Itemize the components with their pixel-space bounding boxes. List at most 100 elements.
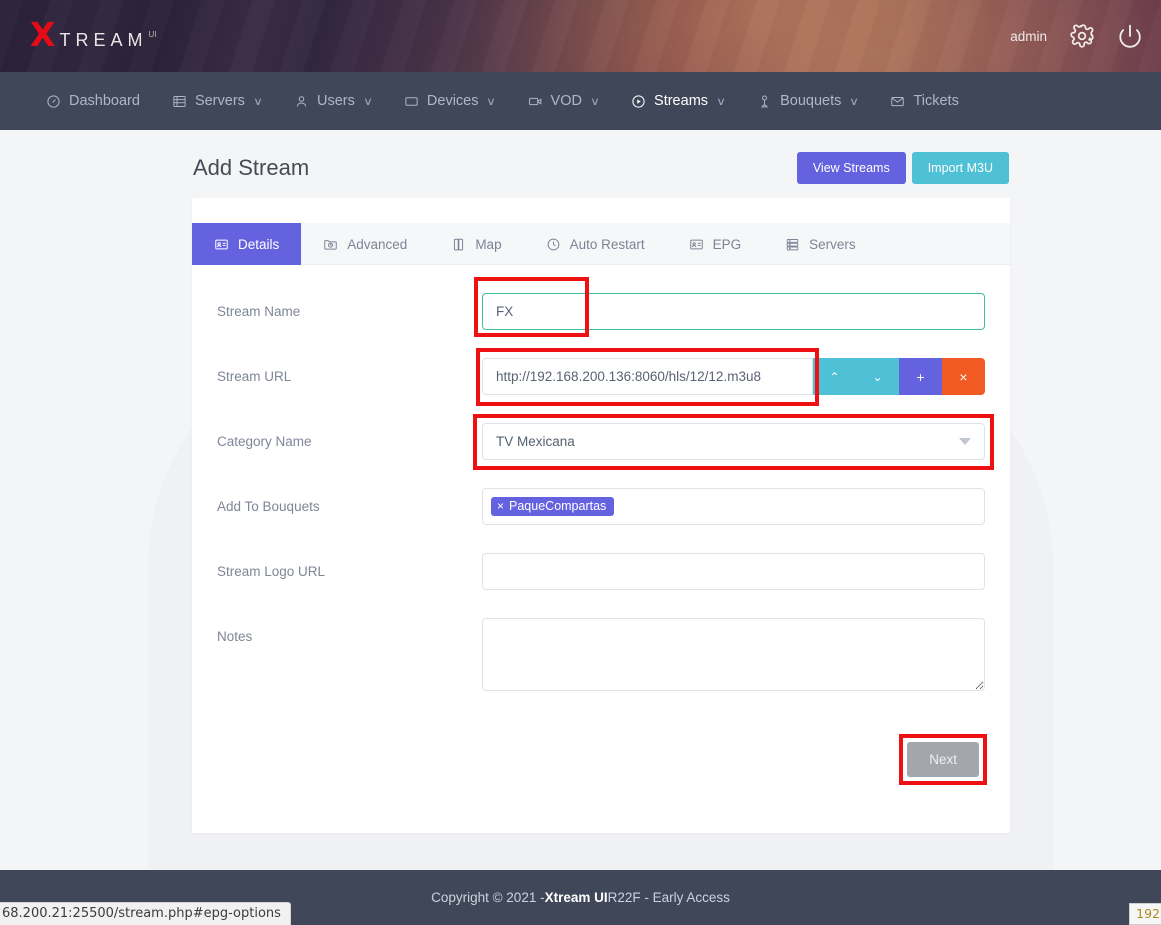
tab-label: EPG [713,237,742,252]
next-button[interactable]: Next [907,742,979,777]
nav-item-label: Bouquets [780,93,841,109]
chevron-down-icon: ∨ [716,95,726,108]
view-streams-button[interactable]: View Streams [797,152,906,184]
page-title-row: Add Stream View Streams Import M3U [0,130,1161,198]
tab-label: Details [238,237,279,252]
nav-item-users[interactable]: Users∨ [278,72,388,130]
brand-logo[interactable]: X TREAM UI [30,20,156,51]
logo-wordmark: TREAM [59,30,147,51]
bouquet-tag[interactable]: × PaqueCompartas [491,497,614,516]
nav-item-label: Dashboard [69,93,140,109]
nav-item-dashboard[interactable]: Dashboard [30,72,156,130]
stream-url-input[interactable] [482,358,813,395]
chevron-down-icon: ∨ [253,95,263,108]
field-row-add-to-bouquets: Add To Bouquets × PaqueCompartas [217,488,985,525]
category-name-control: TV Mexicana [482,423,985,460]
stream-name-label: Stream Name [217,293,482,319]
tag-remove-icon[interactable]: × [497,500,504,512]
move-down-button[interactable]: ⌄ [856,358,899,395]
nav-item-label: Devices [427,93,479,109]
dashboard-icon [46,94,61,109]
power-icon[interactable] [1117,23,1143,49]
import-m3u-button[interactable]: Import M3U [912,152,1009,184]
category-name-label: Category Name [217,423,482,449]
nav-item-streams[interactable]: Streams ∨ [615,72,741,130]
nav-item-label: Tickets [913,93,958,109]
logo-superscript: UI [148,30,156,39]
notes-textarea[interactable] [482,618,985,691]
nav-item-bouquets[interactable]: Bouquets∨ [741,72,874,130]
nav-item-vod[interactable]: VOD ∨ [512,72,615,130]
mail-icon [890,94,905,109]
stream-logo-url-input[interactable] [482,553,985,590]
field-row-stream-logo-url: Stream Logo URL [217,553,985,590]
stream-name-input[interactable] [482,293,985,330]
tab-details[interactable]: Details [192,223,301,265]
stream-url-label: Stream URL [217,358,482,384]
clock-icon [546,237,561,252]
tab-advanced[interactable]: Advanced [301,223,429,265]
add-to-bouquets-control: × PaqueCompartas [482,488,985,525]
field-row-category-name: Category Name TV Mexicana [217,423,985,460]
card-top-padding [192,198,1010,223]
stream-url-group: ⌃ ⌄ + × [482,358,985,395]
browser-status-bar: 68.200.21:25500/stream.php#epg-options [0,902,291,925]
add-to-bouquets-tagbox[interactable]: × PaqueCompartas [482,488,985,525]
stream-name-control [482,293,985,330]
chevron-down-icon: ⌄ [872,371,882,383]
servers-icon [172,94,187,109]
tab-servers[interactable]: Servers [763,223,878,265]
nav-item-label: Streams [654,93,708,109]
servers-stack-icon [785,237,800,252]
nav-item-tickets[interactable]: Tickets [874,72,974,130]
chevron-down-icon [959,438,971,445]
tab-auto-restart[interactable]: Auto Restart [524,223,667,265]
details-card-icon [214,237,229,252]
form-tabs: Details Advanced Map Auto Restart EPG Servers [192,223,1010,265]
add-stream-card: Details Advanced Map Auto Restart EPG Servers… [192,198,1010,833]
chevron-down-icon: ∨ [590,95,600,108]
nav-item-servers[interactable]: Servers∨ [156,72,278,130]
footer-brand: Xtream UI [545,890,608,905]
field-row-stream-url: Stream URL ⌃ ⌄ + × [217,358,985,395]
device-icon [404,94,419,109]
field-row-notes: Notes [217,618,985,696]
map-book-icon [451,237,466,252]
footer-copyright-suffix: R22F - Early Access [608,890,730,905]
nav-item-devices[interactable]: Devices ∨ [388,72,512,130]
play-circle-icon [631,94,646,109]
chevron-down-icon: ∨ [486,95,496,108]
tab-map[interactable]: Map [429,223,523,265]
plus-icon: + [916,369,924,385]
advanced-folder-icon [323,237,338,252]
logo-x-mark: X [30,20,54,50]
video-icon [528,94,543,109]
move-up-button[interactable]: ⌃ [813,358,856,395]
tab-label: Map [475,237,501,252]
category-name-select[interactable]: TV Mexicana [482,423,985,460]
close-icon: × [959,369,967,385]
tab-label: Auto Restart [570,237,645,252]
nav-item-label: Users [317,93,355,109]
notes-label: Notes [217,618,482,644]
stream-logo-url-control [482,553,985,590]
header-actions: admin [1010,0,1143,72]
current-user-label: admin [1010,29,1047,44]
footer-copyright-prefix: Copyright © 2021 - [431,890,545,905]
app-header: X TREAM UI admin [0,0,1161,72]
main-navbar: DashboardServers∨Users∨Devices∨VOD∨Strea… [0,72,1161,130]
category-name-value: TV Mexicana [496,434,575,449]
gear-icon[interactable] [1069,23,1095,49]
chevron-up-icon: ⌃ [829,371,839,383]
tab-label: Advanced [347,237,407,252]
nav-item-label: VOD [551,93,582,109]
page-body: Add Stream View Streams Import M3U Detai… [0,130,1161,870]
form-footer-row: Next [192,724,1010,817]
stream-url-control: ⌃ ⌄ + × [482,358,985,395]
add-url-button[interactable]: + [899,358,942,395]
tab-epg[interactable]: EPG [667,223,764,265]
field-row-stream-name: Stream Name [217,293,985,330]
epg-card-icon [689,237,704,252]
remove-url-button[interactable]: × [942,358,985,395]
user-icon [294,94,309,109]
